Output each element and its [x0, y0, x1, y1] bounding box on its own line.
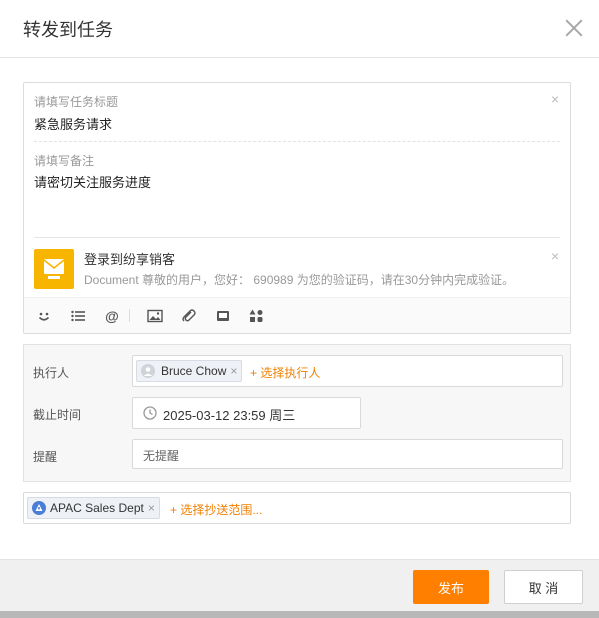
dialog-header: 转发到任务	[0, 0, 599, 58]
deadline-field[interactable]: 2025-03-12 23:59 周三	[132, 397, 361, 429]
select-assignee-link[interactable]: + 选择执行人	[250, 364, 320, 381]
divider	[34, 237, 560, 238]
emoji-icon[interactable]	[34, 306, 54, 326]
cancel-button[interactable]: 取 消	[504, 570, 583, 604]
select-cc-scope-link[interactable]: + 选择抄送范围...	[170, 501, 262, 518]
apps-icon[interactable]	[246, 306, 266, 326]
dialog-title: 转发到任务	[23, 20, 113, 40]
close-icon[interactable]	[563, 17, 585, 39]
department-icon	[32, 501, 46, 515]
task-editor: 请填写任务标题 紧急服务请求 × 请填写备注 请密切关注服务进度 登录到纷享销客…	[23, 82, 571, 334]
reminder-value: 无提醒	[143, 449, 180, 463]
assignee-name: Bruce Chow	[161, 364, 227, 378]
image-icon[interactable]	[145, 306, 165, 326]
cc-department-chip: APAC Sales Dept ×	[27, 497, 160, 519]
cc-department-name: APAC Sales Dept	[50, 501, 144, 515]
mail-card-icon	[34, 249, 74, 289]
remove-assignee-icon[interactable]: ×	[230, 364, 237, 378]
card-description: Document 尊敬的用户，您好： 690989 为您的验证码，请在30分钟内…	[84, 273, 515, 287]
task-settings-form: 执行人 Bruce Chow × + 选择执行人 截止时间 2025-03-12…	[23, 344, 571, 482]
forward-to-task-dialog: 转发到任务 请填写任务标题 紧急服务请求 × 请填写备注 请密切关注服务进度 登…	[0, 0, 599, 618]
clear-title-icon[interactable]: ×	[551, 92, 559, 106]
deadline-value: 2025-03-12 23:59 周三	[163, 408, 296, 423]
assignee-chip: Bruce Chow ×	[136, 360, 243, 382]
attachment-icon[interactable]	[179, 306, 199, 326]
at-icon[interactable]: @	[102, 306, 122, 326]
editor-toolbar: @	[24, 297, 570, 333]
clock-icon	[143, 406, 157, 420]
remove-card-icon[interactable]: ×	[551, 249, 559, 263]
footer-strip	[0, 611, 599, 618]
publish-button[interactable]: 发布	[413, 570, 489, 604]
title-input[interactable]: 紧急服务请求	[34, 114, 112, 133]
reminder-field[interactable]: 无提醒	[132, 439, 563, 469]
title-field-label: 请填写任务标题	[34, 95, 119, 109]
note-input[interactable]: 请密切关注服务进度	[34, 172, 151, 191]
card-icon[interactable]	[213, 306, 233, 326]
toolbar-separator	[129, 309, 130, 322]
reminder-label: 提醒	[33, 450, 58, 464]
remove-department-icon[interactable]: ×	[148, 501, 155, 515]
note-field-label: 请填写备注	[34, 154, 95, 168]
user-avatar-icon	[141, 364, 155, 378]
divider	[34, 141, 560, 142]
deadline-label: 截止时间	[33, 408, 82, 422]
assignee-label: 执行人	[33, 366, 70, 380]
list-icon[interactable]	[68, 306, 88, 326]
card-title: 登录到纷享销客	[84, 252, 176, 267]
